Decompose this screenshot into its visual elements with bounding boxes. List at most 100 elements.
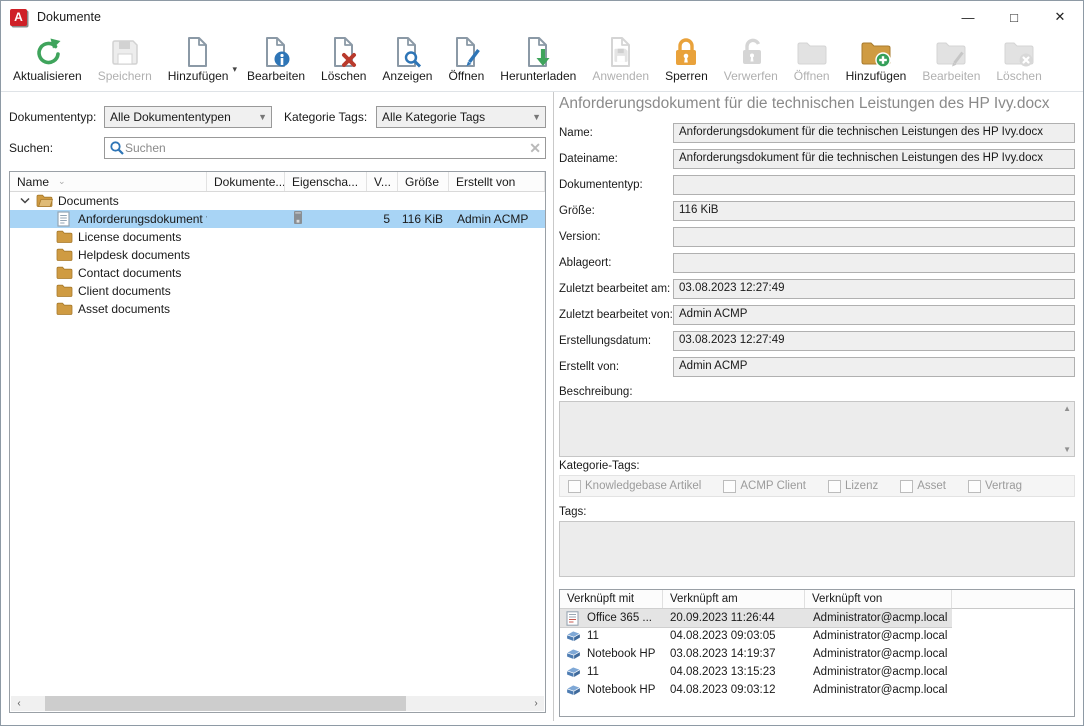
tree-column-header-erstellt-von[interactable]: Erstellt von bbox=[449, 172, 545, 191]
field-value[interactable]: 116 KiB bbox=[673, 201, 1075, 221]
category-tags-select-value: Alle Kategorie Tags bbox=[382, 110, 528, 124]
linked-row-notebook-hp[interactable]: Notebook HP03.08.2023 14:19:37Administra… bbox=[560, 645, 1074, 663]
linked-name-label: Notebook HP bbox=[587, 648, 655, 660]
linked-row-11[interactable]: 1104.08.2023 13:15:23Administrator@acmp.… bbox=[560, 663, 1074, 681]
toolbar-button-label: Verwerfen bbox=[724, 69, 778, 83]
scroll-down-icon[interactable]: ▼ bbox=[1063, 445, 1071, 454]
tree-column-header-v-[interactable]: V... bbox=[367, 172, 398, 191]
lock-icon bbox=[670, 36, 702, 68]
field-value[interactable] bbox=[673, 175, 1075, 195]
field-value[interactable]: Admin ACMP bbox=[673, 305, 1075, 325]
linked-column-header-verknuepft-mit[interactable]: Verknüpft mit bbox=[560, 590, 663, 608]
linked-row-office-365-[interactable]: Office 365 ...20.09.2023 11:26:44Adminis… bbox=[560, 609, 1074, 627]
toolbar-button-herunterladen[interactable]: Herunterladen bbox=[492, 35, 584, 83]
toolbar-button-label: Anzeigen bbox=[382, 69, 432, 83]
category-tag-asset[interactable]: Asset bbox=[900, 480, 946, 493]
checkbox-icon[interactable] bbox=[723, 480, 736, 493]
panel-divider[interactable] bbox=[553, 92, 554, 721]
linked-column-header-empty bbox=[952, 590, 1074, 608]
category-tags-select[interactable]: Alle Kategorie Tags ▼ bbox=[376, 106, 546, 128]
tree-row-client-documents[interactable]: Client documents bbox=[10, 282, 545, 300]
close-button[interactable]: ✕ bbox=[1037, 1, 1083, 33]
checkbox-icon[interactable] bbox=[568, 480, 581, 493]
tree-column-header-groesse[interactable]: Größe bbox=[398, 172, 449, 191]
scrollbar-track[interactable] bbox=[27, 696, 528, 711]
toolbar-button-anzeigen[interactable]: Anzeigen bbox=[374, 35, 440, 83]
category-tag-vertrag[interactable]: Vertrag bbox=[968, 480, 1022, 493]
doc-type-select[interactable]: Alle Dokumententypen ▼ bbox=[104, 106, 272, 128]
toolbar-button-loeschen[interactable]: Löschen bbox=[313, 35, 374, 83]
tags-box[interactable] bbox=[559, 521, 1075, 577]
window-title: Dokumente bbox=[37, 10, 101, 24]
toolbar-button-label: Bearbeiten bbox=[922, 69, 980, 83]
search-input[interactable] bbox=[125, 141, 525, 155]
tree-row-anforderungsdokument-f-[interactable]: Anforderungsdokument f...5116 KiBAdmin A… bbox=[10, 210, 545, 228]
chevron-expanded-icon[interactable] bbox=[20, 194, 30, 208]
maximize-button[interactable]: □ bbox=[991, 1, 1037, 33]
scroll-left-icon[interactable]: ‹ bbox=[11, 698, 27, 709]
category-tag-acmp-client[interactable]: ACMP Client bbox=[723, 480, 806, 493]
linked-cell-name: 11 bbox=[560, 627, 663, 645]
field-value[interactable] bbox=[673, 227, 1075, 247]
linked-row-11[interactable]: 1104.08.2023 09:03:05Administrator@acmp.… bbox=[560, 627, 1074, 645]
tree-row-contact-documents[interactable]: Contact documents bbox=[10, 264, 545, 282]
chevron-down-icon: ▼ bbox=[532, 112, 541, 122]
category-tags-label: Kategorie Tags: bbox=[284, 110, 376, 124]
tree-row-documents[interactable]: Documents bbox=[10, 192, 545, 210]
tree-row-name: Anforderungsdokument f... bbox=[10, 211, 207, 227]
toolbar-button-bearbeiten[interactable]: Bearbeiten bbox=[239, 35, 313, 83]
toolbar-button-label: Anwenden bbox=[592, 69, 649, 83]
toolbar-button-oeffnen[interactable]: Öffnen bbox=[440, 35, 492, 83]
linked-row-notebook-hp[interactable]: Notebook HP04.08.2023 09:03:12Administra… bbox=[560, 681, 1074, 699]
tree-row-license-documents[interactable]: License documents bbox=[10, 228, 545, 246]
checkbox-label: ACMP Client bbox=[740, 480, 806, 492]
sort-chevron-icon[interactable]: ⌄ bbox=[58, 176, 66, 187]
toolbar-button-aktualisieren[interactable]: Aktualisieren bbox=[5, 35, 90, 83]
checkbox-icon[interactable] bbox=[900, 480, 913, 493]
field-value[interactable]: 03.08.2023 12:27:49 bbox=[673, 279, 1075, 299]
linked-name-label: Office 365 ... bbox=[587, 612, 652, 624]
doc-type-select-value: Alle Dokumententypen bbox=[110, 110, 254, 124]
tree-column-header-name[interactable]: Name⌄ bbox=[10, 172, 207, 191]
tags-section-label: Tags: bbox=[559, 506, 1075, 518]
folder-delete-icon bbox=[1003, 36, 1035, 68]
horizontal-scrollbar[interactable]: ‹ › bbox=[11, 696, 544, 711]
scrollbar-thumb[interactable] bbox=[45, 696, 406, 711]
folder-add-icon bbox=[860, 36, 892, 68]
field-value[interactable]: Anforderungsdokument für die technischen… bbox=[673, 123, 1075, 143]
field-label: Erstellungsdatum: bbox=[559, 335, 673, 347]
category-tag-lizenz[interactable]: Lizenz bbox=[828, 480, 878, 493]
field-label: Dateiname: bbox=[559, 153, 673, 165]
linked-column-header-verknuepft-von[interactable]: Verknüpft von bbox=[805, 590, 952, 608]
clear-search-icon[interactable]: ✕ bbox=[529, 140, 541, 157]
field-label: Ablageort: bbox=[559, 257, 673, 269]
title-bar: A Dokumente — □ ✕ bbox=[1, 1, 1083, 33]
scroll-up-icon[interactable]: ▲ bbox=[1063, 404, 1071, 413]
field-value[interactable]: Anforderungsdokument für die technischen… bbox=[673, 149, 1075, 169]
toolbar-button-speichern: Speichern bbox=[90, 35, 160, 83]
linked-column-header-verknuepft-am[interactable]: Verknüpft am bbox=[663, 590, 805, 608]
checkbox-icon[interactable] bbox=[968, 480, 981, 493]
tree-column-header-label: Dokumente... bbox=[214, 175, 285, 189]
app-logo-icon: A bbox=[10, 9, 27, 26]
tree-row-label: Helpdesk documents bbox=[78, 248, 190, 262]
tree-row-asset-documents[interactable]: Asset documents bbox=[10, 300, 545, 318]
tree-column-header-eigenscha-[interactable]: Eigenscha... bbox=[285, 172, 367, 191]
toolbar-button-hinzufuegen[interactable]: Hinzufügen bbox=[160, 35, 237, 83]
category-tag-knowledgebase-artikel[interactable]: Knowledgebase Artikel bbox=[568, 480, 701, 493]
field-value[interactable] bbox=[673, 253, 1075, 273]
toolbar-button-label: Löschen bbox=[321, 69, 366, 83]
field-value[interactable]: Admin ACMP bbox=[673, 357, 1075, 377]
toolbar-button-sperren[interactable]: Sperren bbox=[657, 35, 716, 83]
tree-row-helpdesk-documents[interactable]: Helpdesk documents bbox=[10, 246, 545, 264]
minimize-button[interactable]: — bbox=[945, 1, 991, 33]
dropdown-caret-icon[interactable]: ▾ bbox=[232, 64, 237, 75]
toolbar-button-loeschen: Löschen bbox=[988, 35, 1049, 83]
tree-column-header-dokumente-[interactable]: Dokumente... bbox=[207, 172, 285, 191]
checkbox-icon[interactable] bbox=[828, 480, 841, 493]
scroll-right-icon[interactable]: › bbox=[528, 698, 544, 709]
toolbar-button-hinzufuegen[interactable]: Hinzufügen bbox=[838, 35, 915, 83]
field-value[interactable]: 03.08.2023 12:27:49 bbox=[673, 331, 1075, 351]
tree-row-label: Documents bbox=[58, 194, 119, 208]
description-textarea[interactable]: ▲ ▼ bbox=[559, 401, 1075, 457]
